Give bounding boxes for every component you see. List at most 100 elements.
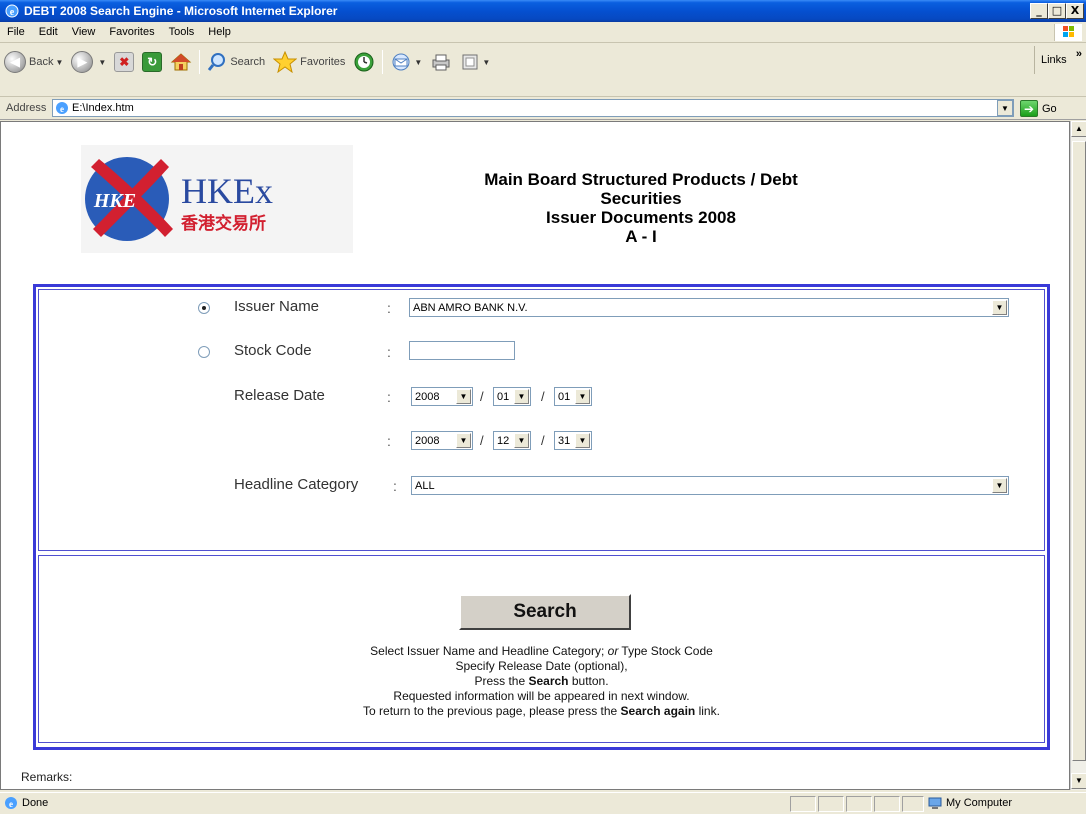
search-instructions: Select Issuer Name and Headline Category… xyxy=(363,644,720,718)
edit-icon xyxy=(462,54,478,70)
page-viewport: HKE HKEx 香港交易所 Main Board Structured Pro… xyxy=(0,121,1070,790)
date-separator: / xyxy=(541,389,545,404)
headline-category-select[interactable]: ALL ▼ xyxy=(411,476,1009,495)
page-title: Main Board Structured Products / Debt Se… xyxy=(484,170,798,246)
release-date-label: Release Date xyxy=(234,387,325,404)
chevron-down-icon[interactable]: ▼ xyxy=(992,300,1007,315)
address-url: E:\Index.htm xyxy=(72,102,134,114)
colon: : xyxy=(387,433,391,449)
issuer-name-label: Issuer Name xyxy=(234,298,320,315)
address-dropdown-icon[interactable]: ▼ xyxy=(997,100,1013,116)
scroll-down-icon[interactable]: ▼ xyxy=(1071,773,1086,789)
page-icon: e xyxy=(56,102,68,114)
edit-dropdown-icon[interactable]: ▼ xyxy=(482,58,490,67)
address-label: Address xyxy=(6,102,47,114)
menu-file[interactable]: File xyxy=(0,26,32,38)
issuer-name-radio[interactable] xyxy=(198,302,210,314)
svg-text:e: e xyxy=(10,7,15,18)
print-button[interactable] xyxy=(426,48,456,76)
address-input[interactable]: e E:\Index.htm ▼ xyxy=(52,99,1014,117)
menu-tools[interactable]: Tools xyxy=(162,26,202,38)
go-button[interactable]: ➔ Go xyxy=(1020,100,1057,117)
chevron-down-icon[interactable]: ▼ xyxy=(456,389,471,404)
links-chevron-icon[interactable]: » xyxy=(1076,48,1082,60)
back-arrow-icon: ◀ xyxy=(4,51,26,73)
menu-favorites[interactable]: Favorites xyxy=(102,26,161,38)
mail-icon xyxy=(392,53,410,71)
stock-code-label: Stock Code xyxy=(234,342,312,359)
svg-text:e: e xyxy=(9,799,13,809)
window-title: DEBT 2008 Search Engine - Microsoft Inte… xyxy=(24,4,338,18)
from-day-select[interactable]: 01 ▼ xyxy=(554,387,592,406)
date-separator: / xyxy=(480,389,484,404)
search-form-frame: Issuer Name : ABN AMRO BANK N.V. ▼ Stock… xyxy=(33,284,1050,750)
chevron-down-icon[interactable]: ▼ xyxy=(575,433,590,448)
forward-button[interactable]: ▶ ▼ xyxy=(67,48,110,76)
search-action-panel: Search Select Issuer Name and Headline C… xyxy=(38,555,1045,743)
ie-icon: e xyxy=(5,4,19,18)
status-done: e Done xyxy=(4,796,48,810)
logo-circle-text: HKE xyxy=(93,190,136,212)
back-dropdown-icon[interactable]: ▼ xyxy=(55,58,63,67)
menu-bar: File Edit View Favorites Tools Help xyxy=(0,22,1086,43)
windows-logo-icon xyxy=(1054,24,1082,41)
page-done-icon: e xyxy=(5,797,17,809)
search-icon xyxy=(208,53,226,71)
links-toolbar[interactable]: Links » xyxy=(1034,46,1086,74)
status-pane xyxy=(902,796,924,812)
colon: : xyxy=(393,478,397,494)
title-bar[interactable]: e DEBT 2008 Search Engine - Microsoft In… xyxy=(0,0,1086,22)
status-pane xyxy=(790,796,816,812)
to-year-select[interactable]: 2008 ▼ xyxy=(411,431,473,450)
chevron-down-icon[interactable]: ▼ xyxy=(992,478,1007,493)
status-pane xyxy=(818,796,844,812)
history-icon xyxy=(354,52,374,72)
from-year-select[interactable]: 2008 ▼ xyxy=(411,387,473,406)
mail-button[interactable]: ▼ xyxy=(386,48,426,76)
remarks-label: Remarks: xyxy=(21,770,73,784)
search-button[interactable]: Search xyxy=(459,594,631,630)
home-button[interactable] xyxy=(166,48,196,76)
chevron-down-icon[interactable]: ▼ xyxy=(514,389,529,404)
edit-page-button[interactable]: ▼ xyxy=(456,48,494,76)
go-arrow-icon: ➔ xyxy=(1020,100,1038,117)
colon: : xyxy=(387,300,391,316)
close-button[interactable]: X xyxy=(1066,3,1084,19)
to-month-select[interactable]: 12 ▼ xyxy=(493,431,531,450)
security-zone: My Computer xyxy=(928,796,1012,810)
maximize-button[interactable]: □ xyxy=(1048,3,1066,19)
menu-edit[interactable]: Edit xyxy=(32,26,65,38)
favorites-button[interactable]: Favorites xyxy=(269,48,349,76)
back-button[interactable]: ◀ Back ▼ xyxy=(0,48,67,76)
scroll-up-icon[interactable]: ▲ xyxy=(1071,121,1086,137)
stop-button[interactable]: ✖ xyxy=(110,48,138,76)
stop-icon: ✖ xyxy=(114,52,135,72)
headline-category-label: Headline Category xyxy=(234,476,359,493)
refresh-button[interactable]: ↻ xyxy=(138,48,166,76)
stock-code-input[interactable] xyxy=(409,341,515,360)
logo-text: HKEx xyxy=(181,171,273,211)
to-day-select[interactable]: 31 ▼ xyxy=(554,431,592,450)
status-bar: e Done My Computer xyxy=(0,792,1086,814)
minimize-button[interactable]: _ xyxy=(1030,3,1048,19)
mail-dropdown-icon[interactable]: ▼ xyxy=(414,58,422,67)
chevron-down-icon[interactable]: ▼ xyxy=(514,433,529,448)
scroll-thumb[interactable] xyxy=(1072,141,1086,761)
issuer-name-select[interactable]: ABN AMRO BANK N.V. ▼ xyxy=(409,298,1009,317)
history-button[interactable] xyxy=(349,48,379,76)
address-bar: Address e E:\Index.htm ▼ ➔ Go xyxy=(0,97,1086,120)
search-button[interactable]: Search xyxy=(203,48,269,76)
stock-code-radio[interactable] xyxy=(198,346,210,358)
menu-view[interactable]: View xyxy=(65,26,103,38)
forward-dropdown-icon[interactable]: ▼ xyxy=(98,58,106,67)
status-pane xyxy=(874,796,900,812)
from-month-select[interactable]: 01 ▼ xyxy=(493,387,531,406)
menu-help[interactable]: Help xyxy=(201,26,238,38)
chevron-down-icon[interactable]: ▼ xyxy=(575,389,590,404)
hkex-logo: HKE HKEx 香港交易所 xyxy=(81,145,353,253)
vertical-scrollbar[interactable]: ▲ ▼ xyxy=(1070,121,1086,790)
chevron-down-icon[interactable]: ▼ xyxy=(456,433,471,448)
toolbar-separator xyxy=(382,50,384,74)
date-separator: / xyxy=(480,433,484,448)
logo-chinese: 香港交易所 xyxy=(181,213,266,234)
